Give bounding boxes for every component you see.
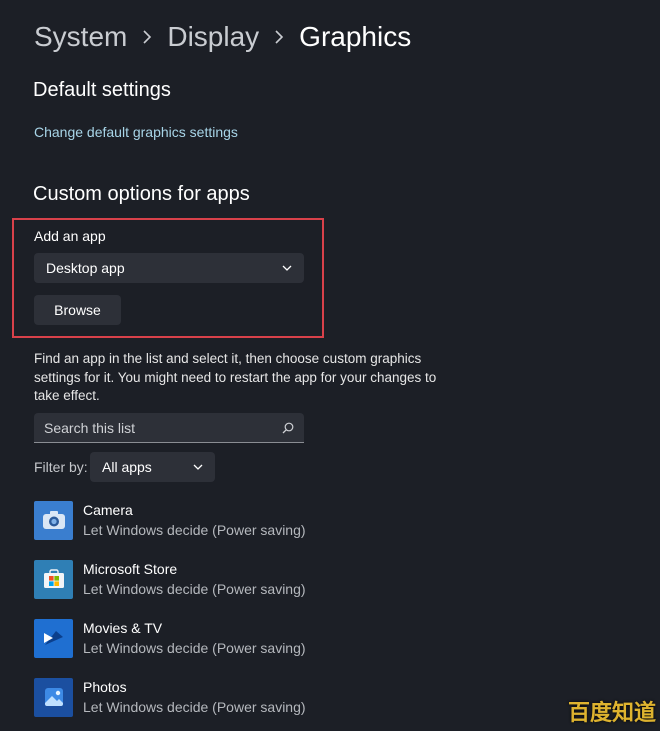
default-settings-title: Default settings: [33, 79, 171, 101]
breadcrumb-display[interactable]: Display: [167, 18, 259, 56]
photos-icon: [34, 677, 73, 717]
change-default-graphics-link[interactable]: Change default graphics settings: [34, 124, 238, 140]
list-item[interactable]: Photos Let Windows decide (Power saving): [34, 677, 334, 717]
app-type-dropdown[interactable]: Desktop app: [34, 253, 304, 283]
breadcrumb: System Display Graphics: [34, 18, 411, 56]
chevron-down-icon: [282, 265, 292, 271]
search-input[interactable]: Search this list: [34, 413, 304, 443]
movies-icon: [34, 618, 73, 658]
app-name: Microsoft Store: [83, 560, 178, 577]
filter-dropdown[interactable]: All apps: [90, 452, 215, 482]
camera-icon: [34, 500, 73, 540]
app-status: Let Windows decide (Power saving): [83, 521, 306, 538]
add-app-label: Add an app: [34, 228, 106, 244]
search-icon: [282, 422, 294, 434]
chevron-down-icon: [193, 464, 203, 470]
breadcrumb-system[interactable]: System: [34, 18, 127, 56]
list-item[interactable]: Movies & TV Let Windows decide (Power sa…: [34, 618, 334, 658]
app-type-value: Desktop app: [46, 260, 125, 276]
app-status: Let Windows decide (Power saving): [83, 580, 306, 597]
app-name: Movies & TV: [83, 619, 163, 636]
store-icon: [34, 559, 73, 599]
filter-label: Filter by:: [34, 459, 88, 475]
watermark: 百度知道: [567, 700, 656, 725]
custom-options-description: Find an app in the list and select it, t…: [34, 351, 437, 403]
list-item[interactable]: Microsoft Store Let Windows decide (Powe…: [34, 559, 334, 599]
browse-button[interactable]: Browse: [34, 295, 121, 325]
search-placeholder: Search this list: [44, 419, 136, 436]
custom-options-title: Custom options for apps: [33, 183, 250, 205]
breadcrumb-graphics: Graphics: [299, 21, 412, 52]
app-status: Let Windows decide (Power saving): [83, 698, 306, 715]
app-name: Camera: [83, 501, 133, 518]
app-name: Photos: [83, 678, 127, 695]
list-item[interactable]: Camera Let Windows decide (Power saving): [34, 500, 334, 540]
chevron-right-icon: [259, 30, 299, 44]
app-status: Let Windows decide (Power saving): [83, 639, 306, 656]
chevron-right-icon: [127, 30, 167, 44]
filter-value: All apps: [102, 459, 152, 475]
